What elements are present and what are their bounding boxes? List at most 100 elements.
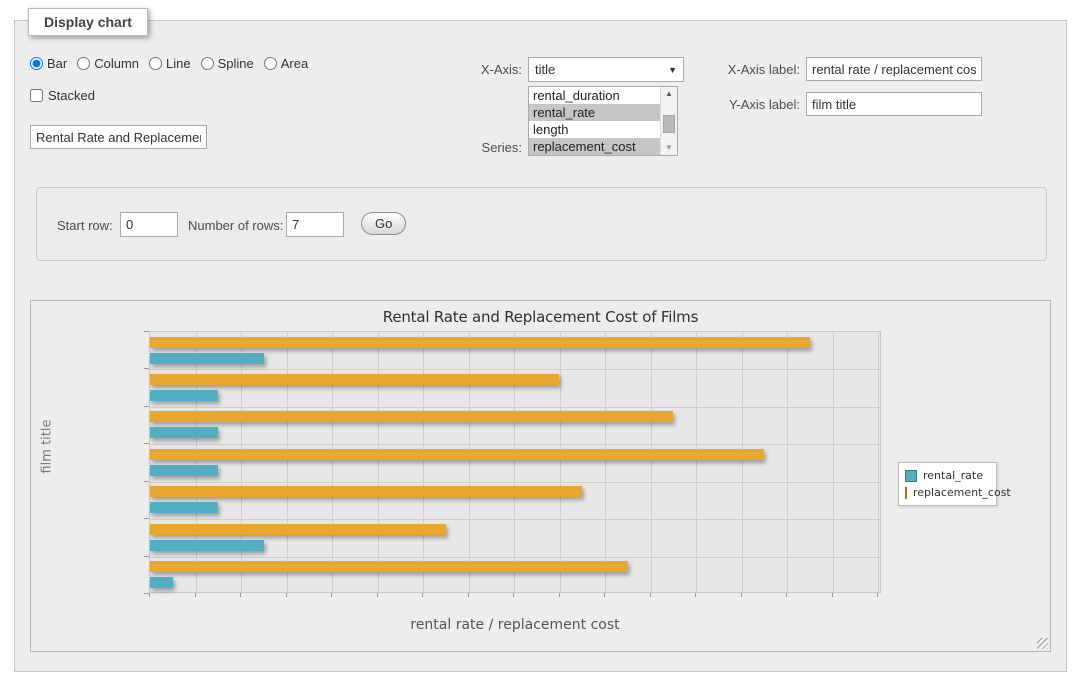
gridline-x-4 bbox=[241, 332, 242, 594]
stacked-checkbox[interactable] bbox=[30, 89, 43, 102]
stacked-checkbox-row[interactable]: Stacked bbox=[30, 88, 95, 103]
series-select-label: Series: bbox=[430, 140, 522, 155]
legend-swatch-rental_rate bbox=[905, 470, 917, 482]
series-option-rental_duration[interactable]: rental_duration bbox=[529, 87, 660, 104]
chart-type-area[interactable]: Area bbox=[264, 56, 308, 71]
series-option-rental_rate[interactable]: rental_rate bbox=[529, 104, 660, 121]
y-tick-6 bbox=[144, 556, 149, 557]
chart-type-radio-spline[interactable] bbox=[201, 57, 214, 70]
gridline-x-22 bbox=[651, 332, 652, 594]
chart-type-radio-column[interactable] bbox=[77, 57, 90, 70]
legend-swatch-replacement_cost bbox=[905, 487, 907, 499]
y-axis-title: film title bbox=[40, 387, 55, 507]
x-axis-label-label: X-Axis label: bbox=[710, 62, 800, 77]
chart-type-line[interactable]: Line bbox=[149, 56, 191, 71]
go-button[interactable]: Go bbox=[361, 212, 406, 235]
y-tick-4 bbox=[144, 481, 149, 482]
bar-rental_rate-5 bbox=[150, 540, 264, 551]
series-option-length[interactable]: length bbox=[529, 121, 660, 138]
gridline-x-6 bbox=[287, 332, 288, 594]
gridline-y-4 bbox=[150, 482, 882, 483]
x-tickmark-8 bbox=[331, 593, 332, 597]
gridline-x-14 bbox=[469, 332, 470, 594]
x-tickmark-16 bbox=[513, 593, 514, 597]
bar-replacement_cost-6 bbox=[150, 561, 628, 572]
series-scrollbar[interactable]: ▲ ▼ bbox=[660, 87, 677, 155]
chart-type-radio-bar[interactable] bbox=[30, 57, 43, 70]
chart-type-radio-label: Column bbox=[94, 56, 139, 71]
y-tick-5 bbox=[144, 518, 149, 519]
x-tickmark-12 bbox=[422, 593, 423, 597]
scroll-down-icon[interactable]: ▼ bbox=[661, 141, 677, 155]
y-axis-label-label: Y-Axis label: bbox=[710, 97, 800, 112]
chart-title-input[interactable] bbox=[30, 125, 207, 149]
legend-entry-rental_rate: rental_rate bbox=[905, 467, 990, 484]
scroll-up-icon[interactable]: ▲ bbox=[661, 87, 677, 101]
num-rows-input[interactable] bbox=[286, 212, 344, 237]
y-tick-1 bbox=[144, 368, 149, 369]
gridline-x-24 bbox=[696, 332, 697, 594]
gridline-x-26 bbox=[742, 332, 743, 594]
series-multiselect[interactable]: rental_durationrental_ratelengthreplacem… bbox=[528, 86, 678, 156]
y-tick-2 bbox=[144, 406, 149, 407]
resize-grip-icon[interactable] bbox=[1037, 638, 1048, 649]
gridline-x-10 bbox=[378, 332, 379, 594]
chevron-down-icon: ▼ bbox=[668, 65, 677, 75]
x-axis-select[interactable]: title ▼ bbox=[528, 57, 684, 82]
chart-type-options: Bar Column Line Spline Area bbox=[30, 56, 318, 71]
chart-title: Rental Rate and Replacement Cost of Film… bbox=[31, 308, 1050, 326]
scrollbar-thumb[interactable] bbox=[663, 115, 675, 133]
gridline-y-1 bbox=[150, 369, 882, 370]
x-tickmark-24 bbox=[695, 593, 696, 597]
x-axis-title: rental rate / replacement cost bbox=[149, 617, 881, 633]
chart-type-radio-area[interactable] bbox=[264, 57, 277, 70]
chart-type-radio-label: Spline bbox=[218, 56, 254, 71]
start-row-label: Start row: bbox=[57, 218, 113, 233]
x-tickmark-10 bbox=[377, 593, 378, 597]
gridline-x-18 bbox=[560, 332, 561, 594]
x-tickmark-0 bbox=[149, 593, 150, 597]
bar-replacement_cost-2 bbox=[150, 411, 673, 422]
legend-label-rental_rate: rental_rate bbox=[923, 469, 983, 482]
gridline-x-2 bbox=[196, 332, 197, 594]
chart-type-bar[interactable]: Bar bbox=[30, 56, 67, 71]
stacked-label: Stacked bbox=[48, 88, 95, 103]
chart-type-radio-line[interactable] bbox=[149, 57, 162, 70]
start-row-input[interactable] bbox=[120, 212, 178, 237]
legend-label-replacement_cost: replacement_cost bbox=[913, 486, 1011, 499]
bar-replacement_cost-0 bbox=[150, 337, 810, 348]
series-options: rental_durationrental_ratelengthreplacem… bbox=[529, 87, 660, 155]
legend-entry-replacement_cost: replacement_cost bbox=[905, 484, 990, 501]
bar-rental_rate-2 bbox=[150, 427, 218, 438]
y-axis-label-input[interactable] bbox=[806, 92, 982, 116]
x-axis-label-input[interactable] bbox=[806, 57, 982, 81]
bar-rental_rate-1 bbox=[150, 390, 218, 401]
bar-rental_rate-6 bbox=[150, 577, 173, 588]
x-tickmark-22 bbox=[650, 593, 651, 597]
fieldset-legend: Display chart bbox=[28, 8, 148, 36]
x-axis-select-label: X-Axis: bbox=[430, 62, 522, 77]
gridline-x-30 bbox=[833, 332, 834, 594]
bar-replacement_cost-3 bbox=[150, 449, 764, 460]
chart-container: Rental Rate and Replacement Cost of Film… bbox=[30, 300, 1051, 652]
chart-plot-area bbox=[149, 331, 881, 593]
chart-type-column[interactable]: Column bbox=[77, 56, 139, 71]
x-tickmark-26 bbox=[741, 593, 742, 597]
x-tickmark-14 bbox=[468, 593, 469, 597]
chart-type-radio-label: Area bbox=[281, 56, 308, 71]
gridline-y-5 bbox=[150, 519, 882, 520]
x-tickmark-30 bbox=[832, 593, 833, 597]
gridline-x-8 bbox=[332, 332, 333, 594]
bar-replacement_cost-4 bbox=[150, 486, 582, 497]
gridline-y-3 bbox=[150, 444, 882, 445]
bar-rental_rate-3 bbox=[150, 465, 218, 476]
gridline-x-16 bbox=[514, 332, 515, 594]
chart-type-spline[interactable]: Spline bbox=[201, 56, 254, 71]
gridline-y-6 bbox=[150, 557, 882, 558]
x-tickmark-6 bbox=[286, 593, 287, 597]
x-tickmark-18 bbox=[559, 593, 560, 597]
series-option-replacement_cost[interactable]: replacement_cost bbox=[529, 138, 660, 155]
chart-legend: rental_rate replacement_cost bbox=[898, 462, 997, 506]
chart-type-radio-label: Line bbox=[166, 56, 191, 71]
chart-type-radio-label: Bar bbox=[47, 56, 67, 71]
